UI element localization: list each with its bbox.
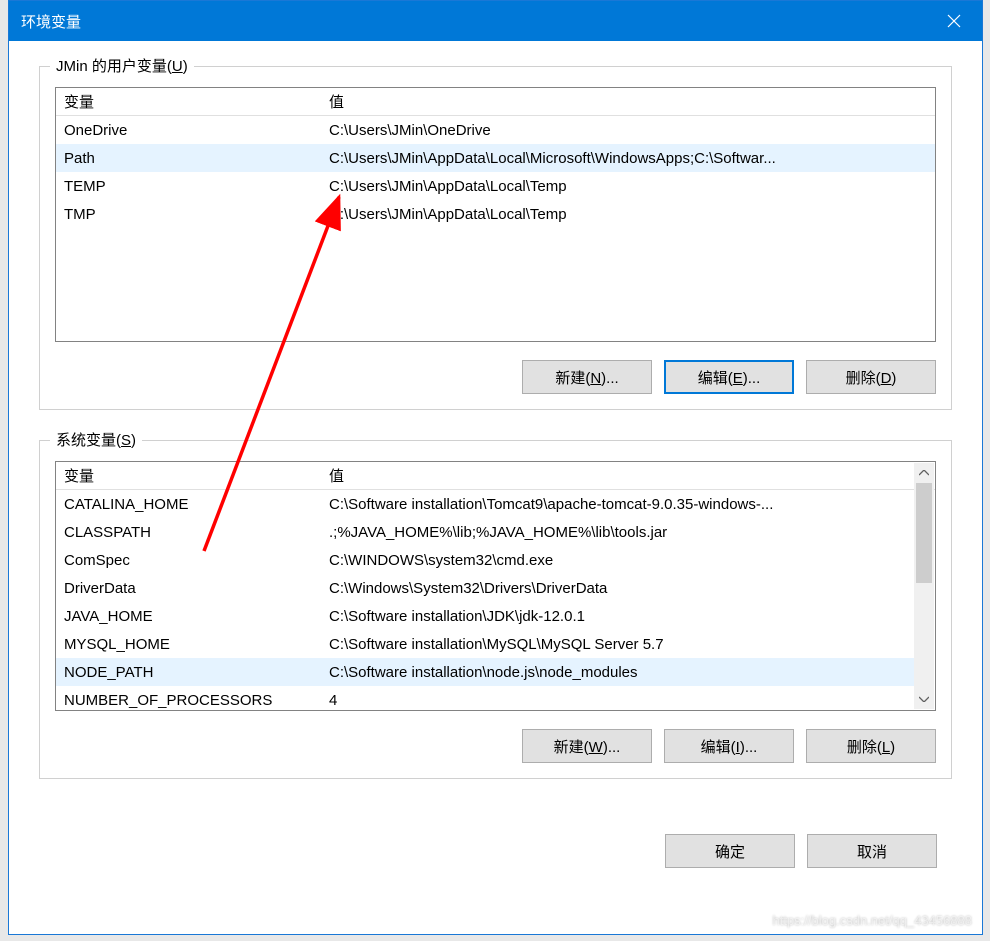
header-value[interactable]: 值 xyxy=(321,87,935,116)
titlebar: 环境变量 xyxy=(9,1,982,41)
cancel-button[interactable]: 取消 xyxy=(807,834,937,868)
close-button[interactable] xyxy=(926,1,982,41)
user-button-row: 新建(N)... 编辑(E)... 删除(D) xyxy=(55,360,936,394)
system-button-row: 新建(W)... 编辑(I)... 删除(L) xyxy=(55,729,936,763)
system-vars-label: 系统变量(S) xyxy=(50,429,142,450)
chevron-down-icon xyxy=(919,696,929,702)
var-value: .;%JAVA_HOME%\lib;%JAVA_HOME%\lib\tools.… xyxy=(321,521,915,544)
system-new-button[interactable]: 新建(W)... xyxy=(522,729,652,763)
scroll-down-button[interactable] xyxy=(914,689,934,709)
user-delete-button[interactable]: 删除(D) xyxy=(806,360,936,394)
var-value: C:\Software installation\JDK\jdk-12.0.1 xyxy=(321,605,915,628)
scroll-up-button[interactable] xyxy=(914,463,934,483)
var-value: 4 xyxy=(321,689,915,712)
table-row[interactable]: PathC:\Users\JMin\AppData\Local\Microsof… xyxy=(56,144,935,172)
var-value: C:\Software installation\MySQL\MySQL Ser… xyxy=(321,633,915,656)
var-name: NODE_PATH xyxy=(56,661,321,684)
scroll-track[interactable] xyxy=(914,483,934,689)
table-row[interactable]: NODE_PATHC:\Software installation\node.j… xyxy=(56,658,915,686)
chevron-up-icon xyxy=(919,470,929,476)
var-value: C:\WINDOWS\system32\cmd.exe xyxy=(321,549,915,572)
var-value: C:\Users\JMin\AppData\Local\Microsoft\Wi… xyxy=(321,147,935,170)
var-name: ComSpec xyxy=(56,549,321,572)
var-value: C:\Users\JMin\AppData\Local\Temp xyxy=(321,203,935,226)
scrollbar[interactable] xyxy=(914,463,934,709)
system-delete-button[interactable]: 删除(L) xyxy=(806,729,936,763)
user-new-button[interactable]: 新建(N)... xyxy=(522,360,652,394)
env-vars-dialog: 环境变量 JMin 的用户变量(U) 变量 值 OneDriveC:\Users… xyxy=(8,0,983,935)
var-name: JAVA_HOME xyxy=(56,605,321,628)
header-value[interactable]: 值 xyxy=(321,461,935,490)
var-value: C:\Windows\System32\Drivers\DriverData xyxy=(321,577,915,600)
table-row[interactable]: MYSQL_HOMEC:\Software installation\MySQL… xyxy=(56,630,915,658)
var-value: C:\Software installation\Tomcat9\apache-… xyxy=(321,493,915,516)
var-name: OneDrive xyxy=(56,119,321,142)
user-edit-button[interactable]: 编辑(E)... xyxy=(664,360,794,394)
list-header: 变量 值 xyxy=(56,462,935,490)
user-vars-group: JMin 的用户变量(U) 变量 值 OneDriveC:\Users\JMin… xyxy=(39,66,952,410)
watermark: https://blog.csdn.net/qq_43456888 xyxy=(773,913,973,928)
ok-button[interactable]: 确定 xyxy=(665,834,795,868)
system-vars-list[interactable]: 变量 值 CATALINA_HOMEC:\Software installati… xyxy=(55,461,936,711)
header-name[interactable]: 变量 xyxy=(56,461,321,490)
dialog-content: JMin 的用户变量(U) 变量 值 OneDriveC:\Users\JMin… xyxy=(9,41,982,934)
var-name: Path xyxy=(56,147,321,170)
var-name: TMP xyxy=(56,203,321,226)
var-name: TEMP xyxy=(56,175,321,198)
table-row[interactable]: TEMPC:\Users\JMin\AppData\Local\Temp xyxy=(56,172,935,200)
table-row[interactable]: TMPC:\Users\JMin\AppData\Local\Temp xyxy=(56,200,935,228)
user-vars-label: JMin 的用户变量(U) xyxy=(50,55,194,76)
var-name: CLASSPATH xyxy=(56,521,321,544)
table-row[interactable]: ComSpecC:\WINDOWS\system32\cmd.exe xyxy=(56,546,915,574)
var-value: C:\Users\JMin\OneDrive xyxy=(321,119,935,142)
user-vars-list[interactable]: 变量 值 OneDriveC:\Users\JMin\OneDrivePathC… xyxy=(55,87,936,342)
window-title: 环境变量 xyxy=(21,11,81,32)
var-value: C:\Users\JMin\AppData\Local\Temp xyxy=(321,175,935,198)
scroll-thumb[interactable] xyxy=(916,483,932,583)
close-icon xyxy=(947,14,961,28)
var-name: NUMBER_OF_PROCESSORS xyxy=(56,689,321,712)
system-edit-button[interactable]: 编辑(I)... xyxy=(664,729,794,763)
header-name[interactable]: 变量 xyxy=(56,87,321,116)
var-name: MYSQL_HOME xyxy=(56,633,321,656)
system-vars-group: 系统变量(S) 变量 值 CATALINA_HOMEC:\Software in… xyxy=(39,440,952,779)
final-button-row: 确定 取消 xyxy=(39,834,952,868)
var-name: CATALINA_HOME xyxy=(56,493,321,516)
table-row[interactable]: CLASSPATH.;%JAVA_HOME%\lib;%JAVA_HOME%\l… xyxy=(56,518,915,546)
var-value: C:\Software installation\node.js\node_mo… xyxy=(321,661,915,684)
table-row[interactable]: CATALINA_HOMEC:\Software installation\To… xyxy=(56,490,915,518)
table-row[interactable]: OneDriveC:\Users\JMin\OneDrive xyxy=(56,116,935,144)
table-row[interactable]: JAVA_HOMEC:\Software installation\JDK\jd… xyxy=(56,602,915,630)
table-row[interactable]: DriverDataC:\Windows\System32\Drivers\Dr… xyxy=(56,574,915,602)
table-row[interactable]: NUMBER_OF_PROCESSORS4 xyxy=(56,686,915,711)
list-header: 变量 值 xyxy=(56,88,935,116)
var-name: DriverData xyxy=(56,577,321,600)
